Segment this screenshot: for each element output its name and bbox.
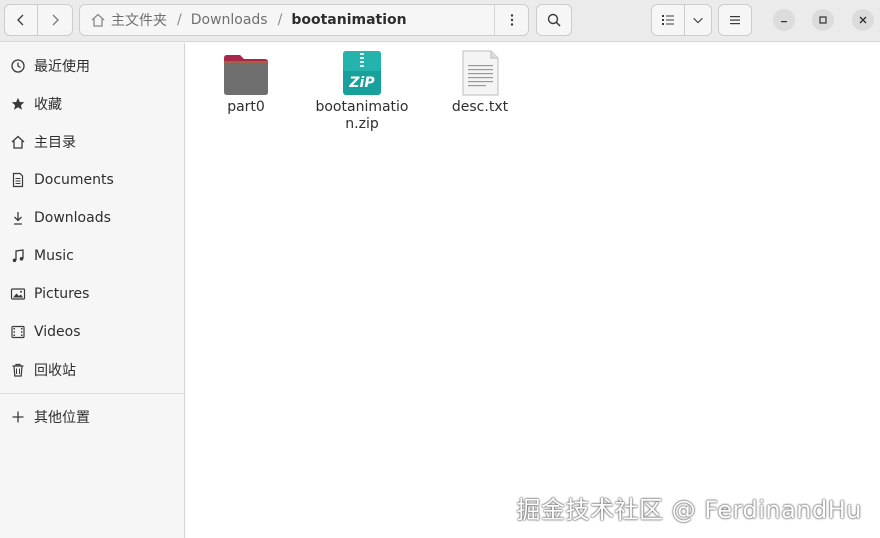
plus-icon [10, 409, 26, 425]
path-menu-button[interactable] [494, 5, 528, 35]
maximize-icon [819, 16, 827, 24]
file-item-folder[interactable]: part0 [196, 49, 296, 116]
picture-icon [10, 286, 26, 302]
document-icon [10, 172, 26, 188]
home-icon [91, 13, 105, 27]
sidebar-item-label: Pictures [34, 286, 90, 302]
sidebar-item-trash[interactable]: 回收站 [0, 352, 184, 388]
file-name: desc.txt [451, 99, 509, 115]
sidebar-item-label: Documents [34, 172, 114, 188]
maximize-button[interactable] [812, 9, 834, 31]
clock-icon [10, 58, 26, 74]
sidebar-item-other-locations[interactable]: 其他位置 [0, 399, 184, 435]
list-view-button[interactable] [651, 4, 685, 36]
search-icon [547, 13, 561, 27]
chevron-right-icon [52, 14, 59, 26]
sidebar-item-label: Videos [34, 324, 81, 340]
chevron-left-icon [17, 14, 24, 26]
file-name: bootanimation.zip [315, 99, 409, 132]
sidebar: 最近使用 收藏 主目录 Documents Downloads Music Pi… [0, 43, 185, 538]
trash-icon [10, 362, 26, 378]
minimize-icon [781, 21, 787, 23]
search-button[interactable] [536, 4, 572, 36]
path-home-label: 主文件夹 [111, 13, 167, 29]
sidebar-item-label: Downloads [34, 210, 111, 226]
download-icon [10, 210, 26, 226]
folder-icon [222, 49, 270, 97]
file-view: part0 ZiP bootanimation.zip desc.txt [186, 43, 880, 538]
list-view-icon [662, 15, 674, 25]
path-segment-current[interactable]: bootanimation [291, 12, 406, 28]
chevron-down-icon [693, 17, 703, 24]
path-separator: / [177, 12, 182, 28]
path-segment-downloads[interactable]: Downloads [191, 12, 268, 28]
sidebar-item-videos[interactable]: Videos [0, 314, 184, 350]
minimize-button[interactable] [773, 9, 795, 31]
file-item-text[interactable]: desc.txt [430, 49, 530, 116]
location-pathbar: 主文件夹 / Downloads / bootanimation [79, 4, 529, 36]
sidebar-item-music[interactable]: Music [0, 238, 184, 274]
file-name: part0 [227, 99, 265, 115]
sidebar-item-recent[interactable]: 最近使用 [0, 48, 184, 84]
sidebar-divider [0, 393, 184, 394]
sidebar-item-pictures[interactable]: Pictures [0, 276, 184, 312]
file-item-zip[interactable]: ZiP bootanimation.zip [312, 49, 412, 133]
hamburger-menu-icon [730, 16, 740, 25]
sidebar-item-label: 回收站 [34, 363, 76, 379]
sidebar-item-label: Music [34, 248, 74, 264]
zip-badge: ZiP [348, 75, 375, 91]
back-button[interactable] [4, 4, 38, 36]
video-icon [10, 324, 26, 340]
music-icon [10, 248, 26, 264]
sidebar-item-label: 其他位置 [34, 410, 90, 426]
star-icon [10, 96, 26, 112]
sidebar-item-starred[interactable]: 收藏 [0, 86, 184, 122]
home-icon [10, 134, 26, 150]
view-options-button[interactable] [684, 4, 712, 36]
sidebar-item-downloads[interactable]: Downloads [0, 200, 184, 236]
sidebar-item-label: 主目录 [34, 135, 76, 151]
zip-archive-icon: ZiP [338, 49, 386, 97]
path-separator: / [277, 12, 283, 28]
path-home-button[interactable]: 主文件夹 [80, 5, 167, 35]
kebab-menu-icon [510, 14, 513, 26]
main-menu-button[interactable] [718, 4, 752, 36]
watermark: 掘金技术社区 @ FerdinandHu [516, 496, 862, 524]
sidebar-item-home[interactable]: 主目录 [0, 124, 184, 160]
sidebar-item-documents[interactable]: Documents [0, 162, 184, 198]
header-bar: 主文件夹 / Downloads / bootanimation [0, 0, 880, 42]
forward-button[interactable] [37, 4, 73, 36]
close-icon [859, 16, 867, 24]
sidebar-item-label: 收藏 [34, 97, 62, 113]
sidebar-item-label: 最近使用 [34, 59, 90, 75]
text-file-icon [456, 49, 504, 97]
close-button[interactable] [852, 9, 874, 31]
